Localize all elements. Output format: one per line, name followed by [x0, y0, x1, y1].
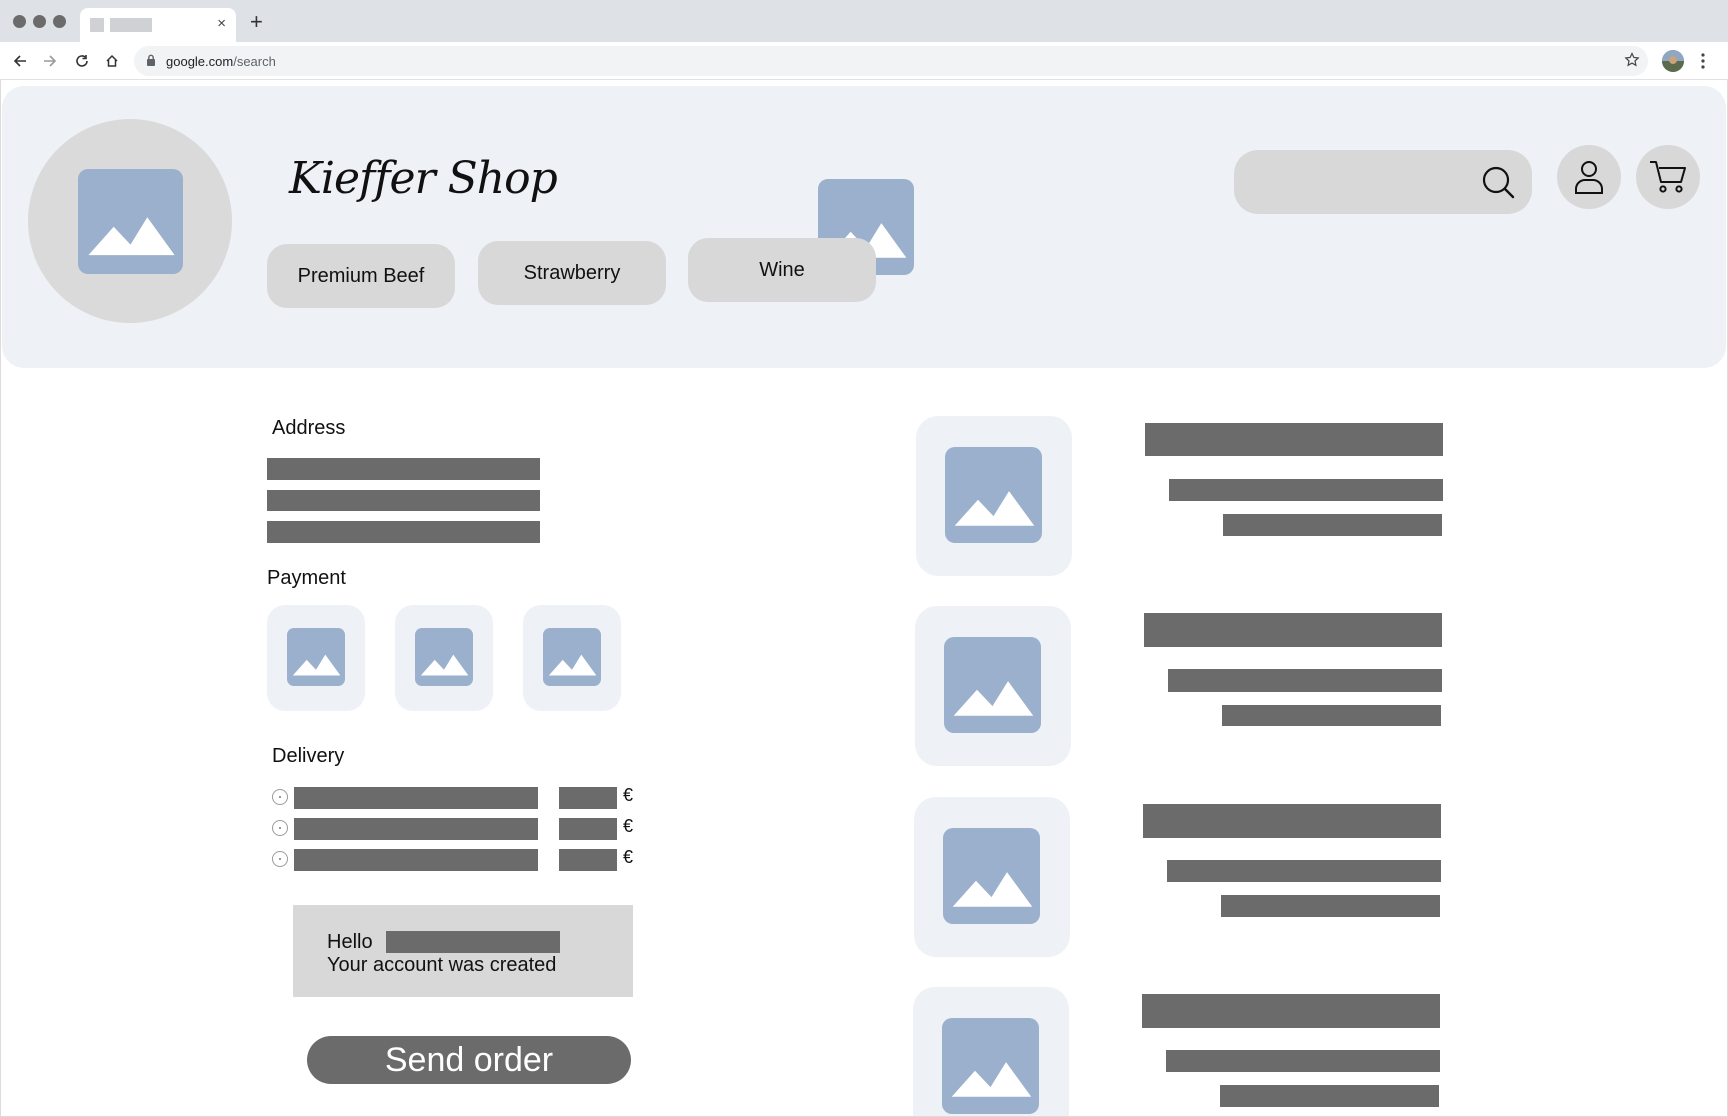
- window-close-dot[interactable]: [13, 15, 26, 28]
- window-maximize-dot[interactable]: [53, 15, 66, 28]
- delivery-option-2-label: [294, 818, 538, 840]
- product-3-title: [1143, 804, 1441, 838]
- product-card-1[interactable]: [916, 416, 1072, 576]
- product-4-line-2: [1220, 1085, 1439, 1107]
- lock-icon: [147, 54, 155, 66]
- delivery-option-1-label: [294, 787, 538, 809]
- product-3-line-2: [1221, 895, 1440, 917]
- product-2-line-1: [1168, 669, 1442, 692]
- currency-symbol: €: [623, 847, 634, 867]
- payment-option-1[interactable]: [267, 605, 365, 711]
- url-path: /search: [233, 54, 276, 69]
- product-card-4[interactable]: [913, 987, 1069, 1116]
- back-icon[interactable]: [10, 51, 30, 71]
- currency-symbol: €: [623, 785, 634, 805]
- browser-tab[interactable]: ×: [80, 8, 236, 42]
- address-line-3: [267, 521, 540, 543]
- browser-toolbar: google.com/search: [0, 42, 1728, 80]
- delivery-option-3-label: [294, 849, 538, 871]
- image-placeholder-icon: [78, 169, 183, 274]
- window-minimize-dot[interactable]: [33, 15, 46, 28]
- delivery-option-1-price: [559, 787, 617, 809]
- user-icon: [1575, 161, 1603, 194]
- forward-icon[interactable]: [40, 51, 60, 71]
- search-icon[interactable]: [1480, 164, 1516, 200]
- image-placeholder-icon: [415, 628, 473, 686]
- shop-brand-name: Kieffer Shop: [289, 153, 558, 204]
- product-1-title: [1145, 423, 1443, 456]
- delivery-radio-2[interactable]: [272, 820, 288, 836]
- cart-button[interactable]: [1636, 145, 1700, 209]
- notice-message: Your account was created: [327, 954, 557, 976]
- category-strawberry[interactable]: Strawberry: [478, 241, 666, 305]
- account-button[interactable]: [1557, 145, 1621, 209]
- product-2-line-2: [1222, 705, 1441, 726]
- tab-close-icon[interactable]: ×: [217, 15, 226, 33]
- star-icon[interactable]: [1624, 52, 1640, 68]
- payment-option-2[interactable]: [395, 605, 493, 711]
- profile-avatar[interactable]: [1662, 50, 1684, 72]
- product-1-line-2: [1223, 514, 1442, 536]
- url-host: google.com: [166, 54, 234, 69]
- image-placeholder-icon: [945, 447, 1042, 543]
- delivery-option-3-price: [559, 849, 617, 871]
- product-card-3[interactable]: [914, 797, 1070, 957]
- address-url: google.com/search: [166, 54, 276, 69]
- address-bar[interactable]: google.com/search: [134, 46, 1648, 76]
- notice-greeting: Hello: [327, 931, 373, 953]
- notice-user-name: [386, 931, 560, 953]
- image-placeholder-icon: [543, 628, 601, 686]
- page-viewport: Kieffer Shop Premium Beef Strawberry Win…: [0, 80, 1728, 1117]
- tab-title-placeholder: [110, 18, 152, 32]
- image-placeholder-icon: [942, 1018, 1039, 1114]
- home-icon[interactable]: [102, 51, 122, 71]
- currency-symbol: €: [623, 816, 634, 836]
- shop-header: Kieffer Shop Premium Beef Strawberry Win…: [2, 86, 1726, 368]
- browser-titlebar: × +: [0, 0, 1728, 42]
- tab-favicon-icon: [90, 18, 104, 32]
- shop-logo[interactable]: [28, 119, 232, 323]
- payment-option-3[interactable]: [523, 605, 621, 711]
- product-2-title: [1144, 613, 1442, 647]
- category-wine[interactable]: Wine: [688, 238, 876, 302]
- address-line-1: [267, 458, 540, 480]
- image-placeholder-icon: [944, 637, 1041, 733]
- product-card-2[interactable]: [915, 606, 1071, 766]
- image-placeholder-icon: [943, 828, 1040, 924]
- reload-icon[interactable]: [72, 51, 92, 71]
- product-4-title: [1142, 994, 1440, 1028]
- product-3-line-1: [1167, 860, 1441, 882]
- image-placeholder-icon: [287, 628, 345, 686]
- send-order-button[interactable]: Send order: [307, 1036, 631, 1084]
- account-created-notice: Hello Your account was created: [293, 905, 633, 997]
- address-line-2: [267, 490, 540, 511]
- delivery-option-2-price: [559, 818, 617, 840]
- payment-heading: Payment: [267, 567, 346, 589]
- new-tab-button[interactable]: +: [250, 10, 263, 34]
- delivery-radio-1[interactable]: [272, 789, 288, 805]
- delivery-radio-3[interactable]: [272, 851, 288, 867]
- browser-menu-icon[interactable]: [1700, 51, 1706, 71]
- address-heading: Address: [272, 417, 346, 439]
- delivery-heading: Delivery: [272, 745, 345, 767]
- cart-icon: [1650, 161, 1686, 193]
- product-4-line-1: [1166, 1050, 1440, 1072]
- search-input[interactable]: [1234, 150, 1532, 214]
- product-1-line-1: [1169, 479, 1443, 501]
- category-premium-beef[interactable]: Premium Beef: [267, 244, 455, 308]
